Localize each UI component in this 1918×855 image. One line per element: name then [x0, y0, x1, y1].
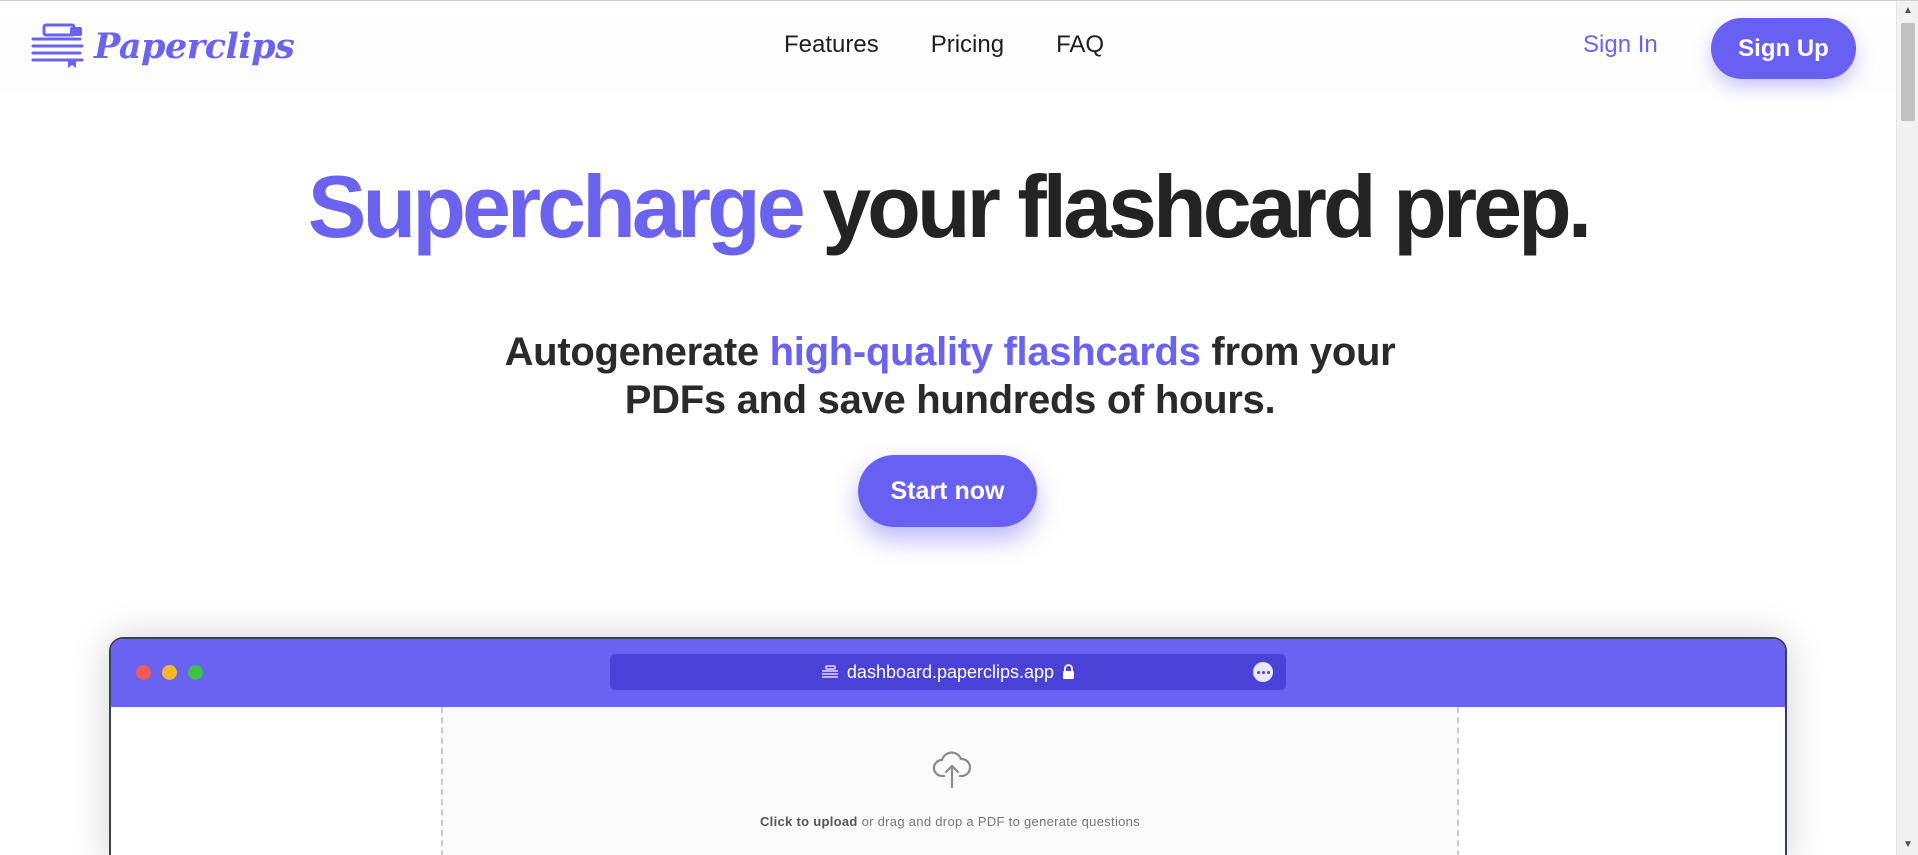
hero-subtitle: Autogenerate high-quality flashcards fro…	[450, 328, 1450, 424]
favicon-icon	[821, 665, 838, 678]
pdf-upload-dropzone[interactable]: Click to upload or drag and drop a PDF t…	[441, 707, 1459, 855]
site-header: Paperclips Features Pricing FAQ Sign In …	[0, 1, 1896, 93]
browser-mockup: dashboard.paperclips.app Click to upload…	[109, 637, 1787, 855]
landing-page: Paperclips Features Pricing FAQ Sign In …	[0, 0, 1918, 855]
sign-up-button[interactable]: Sign Up	[1711, 18, 1856, 79]
scroll-up-arrow-icon[interactable]: ▲	[1903, 5, 1913, 16]
nav-link-pricing[interactable]: Pricing	[931, 31, 1004, 59]
hero-subtitle-pre: Autogenerate	[504, 330, 760, 374]
window-maximize-dot	[188, 665, 203, 680]
cloud-upload-icon	[932, 751, 972, 789]
address-url: dashboard.paperclips.app	[846, 661, 1055, 682]
brand-name: Paperclips	[94, 25, 295, 67]
browser-title-bar: dashboard.paperclips.app	[111, 639, 1785, 707]
window-close-dot	[136, 665, 151, 680]
start-now-button[interactable]: Start now	[858, 455, 1037, 527]
scroll-down-arrow-icon[interactable]: ▼	[1903, 839, 1913, 850]
stacked-papers-logo-icon	[31, 23, 84, 68]
hero-title: Supercharge your flashcard prep.	[0, 163, 1896, 251]
hero-title-accent: Supercharge	[307, 157, 806, 256]
lock-icon	[1063, 664, 1075, 679]
window-minimize-dot	[162, 665, 177, 680]
brand-logo[interactable]: Paperclips	[30, 23, 295, 69]
address-bar: dashboard.paperclips.app	[610, 654, 1286, 690]
nav-link-features[interactable]: Features	[784, 31, 879, 59]
main-nav: Features Pricing FAQ	[784, 31, 1104, 59]
upload-instructions: Click to upload or drag and drop a PDF t…	[443, 814, 1457, 829]
nav-link-faq[interactable]: FAQ	[1056, 31, 1104, 59]
more-options-icon[interactable]	[1253, 662, 1273, 682]
hero-subtitle-accent: high-quality flashcards	[769, 330, 1201, 374]
page-scrollbar[interactable]: ▲ ▼	[1896, 1, 1918, 855]
sign-in-link[interactable]: Sign In	[1583, 31, 1658, 59]
upload-text-rest: or drag and drop a PDF to generate quest…	[861, 814, 1141, 829]
scroll-thumb[interactable]	[1901, 23, 1915, 121]
hero-title-rest: your flashcard prep.	[822, 157, 1592, 256]
upload-text-bold[interactable]: Click to upload	[760, 814, 858, 829]
